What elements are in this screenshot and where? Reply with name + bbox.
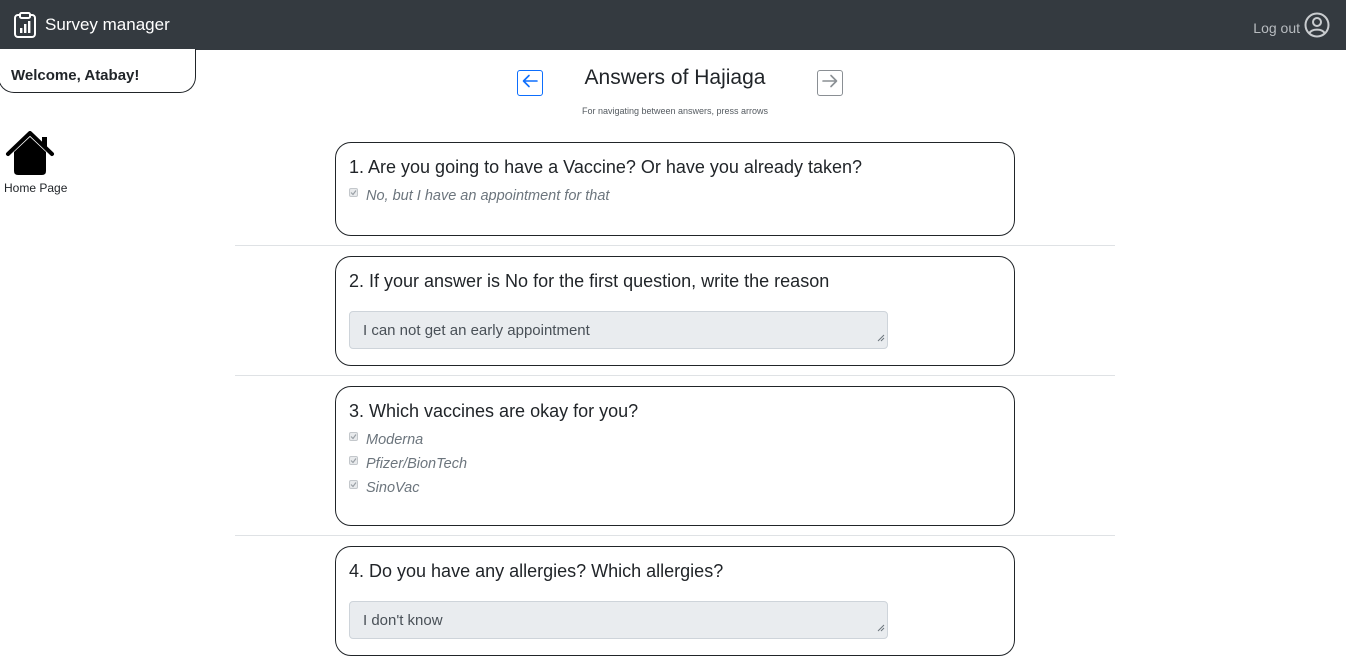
navigation-hint: For navigating between answers, press ar… bbox=[581, 106, 769, 116]
question-card: 1. Are you going to have a Vaccine? Or h… bbox=[335, 142, 1015, 236]
welcome-text: Welcome, Atabay! bbox=[11, 67, 140, 84]
option-label: No, but I have an appointment for that bbox=[366, 187, 610, 204]
house-icon bbox=[4, 131, 74, 177]
divider bbox=[235, 375, 1115, 376]
checked-checkbox bbox=[349, 480, 358, 489]
home-page-link[interactable]: Home Page bbox=[4, 131, 74, 195]
checked-checkbox bbox=[349, 456, 358, 465]
top-navbar: Survey manager Log out bbox=[0, 0, 1346, 50]
logout-button[interactable]: Log out bbox=[1253, 12, 1330, 43]
user-circle-icon bbox=[1304, 12, 1330, 43]
previous-answer-button[interactable] bbox=[517, 70, 543, 96]
divider bbox=[235, 535, 1115, 536]
answer-text: I don't know bbox=[363, 612, 443, 629]
answer-textarea[interactable]: I can not get an early appointment bbox=[349, 311, 888, 349]
brand-label: Survey manager bbox=[45, 15, 170, 34]
checked-checkbox bbox=[349, 432, 358, 441]
question-title: 2. If your answer is No for the first qu… bbox=[349, 271, 830, 291]
checked-checkbox bbox=[349, 188, 358, 197]
answer-option: SinoVac bbox=[349, 476, 1001, 499]
next-answer-button[interactable] bbox=[817, 70, 843, 96]
question-card: 4. Do you have any allergies? Which alle… bbox=[335, 546, 1015, 656]
welcome-panel: Welcome, Atabay! bbox=[0, 49, 196, 93]
answer-option: Moderna bbox=[349, 428, 1001, 451]
resize-handle-icon[interactable] bbox=[877, 619, 885, 636]
answer-option: No, but I have an appointment for that bbox=[349, 184, 1001, 207]
logout-label: Log out bbox=[1253, 19, 1300, 36]
resize-handle-icon[interactable] bbox=[877, 329, 885, 346]
arrow-left-icon bbox=[522, 74, 538, 93]
question-title: 3. Which vaccines are okay for you? bbox=[349, 401, 639, 421]
answer-text: I can not get an early appointment bbox=[363, 322, 590, 339]
arrow-right-icon bbox=[822, 74, 838, 93]
brand-link[interactable]: Survey manager bbox=[13, 12, 170, 38]
question-card: 2. If your answer is No for the first qu… bbox=[335, 256, 1015, 366]
home-page-label: Home Page bbox=[4, 181, 68, 195]
answer-textarea[interactable]: I don't know bbox=[349, 601, 888, 639]
option-label: SinoVac bbox=[366, 479, 420, 496]
question-title: 1. Are you going to have a Vaccine? Or h… bbox=[349, 157, 862, 177]
option-label: Moderna bbox=[366, 431, 424, 448]
clipboard-chart-icon bbox=[13, 12, 37, 38]
divider bbox=[235, 245, 1115, 246]
page-title: Answers of Hajiaga bbox=[584, 66, 766, 89]
question-card: 3. Which vaccines are okay for you? Mode… bbox=[335, 386, 1015, 526]
option-label: Pfizer/BionTech bbox=[366, 455, 468, 472]
answer-option: Pfizer/BionTech bbox=[349, 452, 1001, 475]
question-title: 4. Do you have any allergies? Which alle… bbox=[349, 561, 724, 581]
